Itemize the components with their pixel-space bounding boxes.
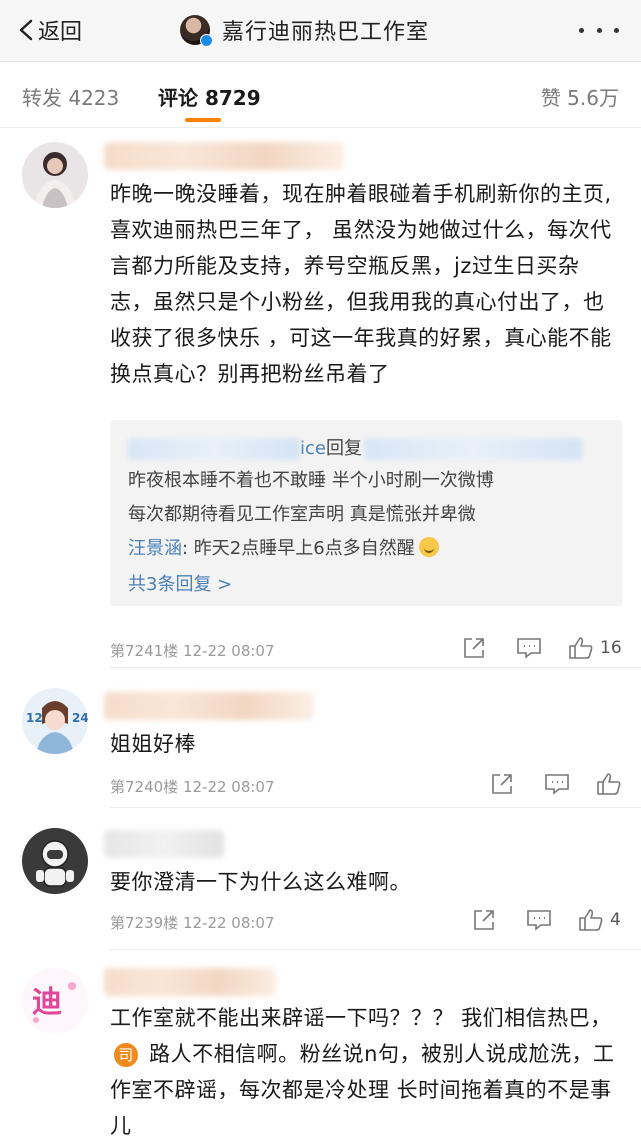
comment-text: 姐姐好棒 [110, 732, 196, 756]
reply-line-1: ice回复 [128, 434, 582, 460]
share-button[interactable] [462, 636, 486, 660]
share-icon [464, 638, 484, 658]
reply-line-3: 每次都期待看见工作室声明 真是慌张并卑微 [128, 504, 476, 525]
comment-text: 工作室就不能出来辟谣一下吗？？？ 我们相信热巴， 司 路人不相信啊。粉丝说n句，被… [110, 1000, 620, 1138]
reply-button[interactable] [516, 636, 542, 660]
comment-text-part-2: 路人不相信啊。粉丝说n句，被别人说成尬洗，工作室不辟谣，每次都是冷处理 长时间拖… [110, 1042, 615, 1138]
share-icon [492, 774, 512, 794]
thumbs-up-icon [579, 909, 603, 931]
username-blurred[interactable] [104, 968, 276, 996]
comment-item: 要你澄清一下为什么这么难啊。 第7239楼 12-22 08:07 4 [0, 808, 641, 950]
comment-text-part-1: 工作室就不能出来辟谣一下吗？？？ 我们相信热巴， [110, 1006, 612, 1030]
chevron-left-icon [19, 19, 33, 41]
reply-action: 回复 [325, 438, 362, 459]
tab-repost[interactable]: 转发 4223 [22, 82, 119, 111]
reply-line-4: 汪景涵: 昨天2点睡早上6点多自然醒 [128, 534, 439, 560]
share-icon [474, 910, 494, 930]
page-title: 嘉行迪丽热巴工作室 [180, 10, 429, 50]
back-label: 返回 [38, 20, 83, 45]
comment-text: 昨晚一晚没睡着，现在肿着眼碰着手机刷新你的主页,喜欢迪丽热巴三年了， 虽然没为她… [110, 182, 612, 386]
reply-target-blurred [363, 438, 582, 460]
comment-item: 昨晚一晚没睡着，现在肿着眼碰着手机刷新你的主页,喜欢迪丽热巴三年了， 虽然没为她… [0, 128, 641, 668]
back-button[interactable]: 返回 [18, 12, 82, 48]
tab-comments[interactable]: 评论 8729 [158, 82, 261, 111]
tab-likes[interactable]: 赞 5.6万 [541, 82, 619, 111]
thumbs-up-icon [597, 773, 621, 795]
thumbs-up-icon [569, 637, 593, 659]
verified-badge-icon [200, 34, 213, 47]
reply-thread[interactable]: ice回复 昨夜根本睡不着也不敢睡 半个小时刷一次微博 每次都期待看见工作室声明… [110, 420, 622, 606]
reply-author-link[interactable]: 汪景涵 [128, 538, 182, 559]
avatar[interactable] [22, 142, 88, 208]
account-name: 嘉行迪丽热巴工作室 [222, 20, 430, 45]
comment-meta: 第7240楼 12-22 08:07 [110, 778, 275, 796]
like-button[interactable]: 4 [578, 908, 621, 932]
comment-item: 迪 工作室就不能出来辟谣一下吗？？？ 我们相信热巴， 司 路人不相信啊。粉丝说n句… [0, 950, 641, 1138]
comment-actions: 16 [462, 636, 622, 660]
reply-username-blurred [128, 438, 300, 460]
like-button[interactable]: 16 [568, 636, 622, 660]
active-tab-indicator [185, 118, 221, 122]
svg-text:12: 12 [26, 711, 43, 725]
user-avatar-image: 12 24 [22, 688, 88, 754]
comment-actions: 4 [472, 908, 621, 932]
like-count: 4 [610, 910, 621, 930]
reply-button[interactable] [526, 908, 552, 932]
avatar[interactable]: 迪 [22, 968, 88, 1034]
svg-text:迪: 迪 [32, 985, 62, 1020]
reply-line-2: 昨夜根本睡不着也不敢睡 半个小时刷一次微博 [128, 470, 494, 491]
like-count: 16 [600, 638, 622, 658]
comment-icon [517, 638, 541, 659]
comment-meta: 第7241楼 12-22 08:07 [110, 642, 275, 660]
comment-icon [527, 910, 551, 931]
avatar[interactable]: 12 24 [22, 688, 88, 754]
emoji-badge: 司 [114, 1043, 138, 1067]
comment-actions [490, 772, 622, 796]
svg-text:24: 24 [72, 711, 88, 725]
comment-meta: 第7239楼 12-22 08:07 [110, 914, 275, 932]
comment-icon [545, 774, 569, 795]
share-button[interactable] [490, 772, 514, 796]
share-button[interactable] [472, 908, 496, 932]
top-navigation-bar: 返回 嘉行迪丽热巴工作室 [0, 0, 641, 62]
account-avatar [180, 15, 213, 47]
reply-button[interactable] [544, 772, 570, 796]
more-options-icon[interactable] [579, 16, 619, 44]
smile-emoji-icon [418, 537, 439, 557]
comment-text: 要你澄清一下为什么这么难啊。 [110, 870, 411, 894]
username-blurred[interactable] [104, 830, 224, 858]
post-tabs: 转发 4223 评论 8729 赞 5.6万 [0, 62, 641, 128]
reply-username-suffix[interactable]: ice [300, 438, 326, 459]
like-button[interactable] [596, 772, 622, 796]
avatar[interactable] [22, 828, 88, 894]
user-avatar-image [22, 828, 88, 894]
username-blurred[interactable] [104, 142, 344, 170]
comment-item: 12 24 姐姐好棒 第7240楼 12-22 08:07 [0, 668, 641, 808]
view-all-replies-link[interactable]: 共3条回复 > [128, 570, 232, 596]
user-avatar-image [22, 142, 88, 208]
user-avatar-image: 迪 [22, 968, 88, 1034]
reply-text: : 昨天2点睡早上6点多自然醒 [182, 538, 415, 559]
username-blurred[interactable] [104, 692, 314, 720]
